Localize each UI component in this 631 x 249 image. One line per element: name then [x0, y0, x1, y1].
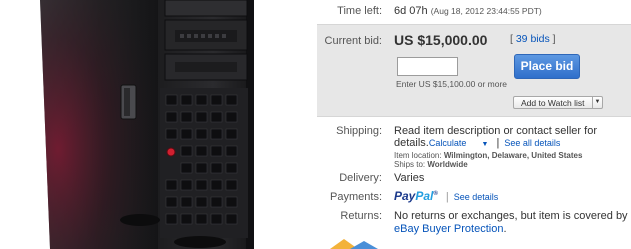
- minimum-bid-hint: Enter US $15,100.00 or more: [396, 79, 508, 89]
- bid-history-link[interactable]: 39 bids: [516, 33, 550, 45]
- shipping-label: Shipping:: [336, 125, 382, 137]
- paypal-logo: PayPal®: [394, 189, 438, 203]
- time-left-label: Time left:: [337, 5, 382, 17]
- watch-list-label: Add to Watch list: [521, 98, 585, 108]
- payments-label: Payments:: [330, 191, 382, 203]
- shipping-divider: |: [496, 137, 500, 149]
- payment-details-link[interactable]: See details: [454, 192, 499, 202]
- item-location: Item location: Wilmington, Delaware, Uni…: [394, 151, 629, 160]
- server-tower-image: [40, 0, 254, 249]
- place-bid-button[interactable]: Place bid: [514, 54, 580, 79]
- triangle-down-icon[interactable]: ▼: [469, 141, 488, 148]
- returns-protection: eBay Buyer Protection.: [394, 223, 507, 235]
- returns-value: No returns or exchanges, but item is cov…: [394, 210, 629, 236]
- item-details: Time left: 6d 07h (Aug 18, 2012 23:44:55…: [300, 0, 631, 249]
- auction-end-date: (Aug 18, 2012 23:44:55 PDT): [430, 6, 542, 16]
- ebay-buyer-protection-link[interactable]: eBay Buyer Protection: [394, 223, 503, 235]
- shipping-details-text: details.: [394, 137, 429, 149]
- item-location-label: Item location:: [394, 151, 442, 160]
- delivery-value: Varies: [394, 172, 425, 184]
- payments-divider: |: [445, 191, 449, 203]
- ships-to: Ships to: Worldwide: [394, 160, 629, 169]
- shipping-text-line2: details.Calculate ▼ | See all details: [394, 137, 629, 151]
- product-image[interactable]: [0, 0, 300, 249]
- time-left-remaining: 6d 07h: [394, 5, 428, 17]
- badge-icon: [330, 239, 378, 249]
- triangle-down-icon[interactable]: ▼: [592, 97, 602, 108]
- returns-text: No returns or exchanges, but item is cov…: [394, 210, 628, 222]
- bid-panel: Current bid: US $15,000.00 [ 39 bids ] P…: [317, 24, 631, 117]
- delivery-label: Delivery:: [339, 172, 382, 184]
- shipping-value: Read item description or contact seller …: [394, 125, 629, 169]
- current-bid-label: Current bid:: [324, 35, 382, 47]
- ships-to-value: Worldwide: [427, 160, 468, 169]
- bids-close-bracket: ]: [552, 33, 556, 45]
- item-location-value: Wilmington, Delaware, United States: [443, 151, 583, 160]
- shipping-text-line1: Read item description or contact seller …: [394, 125, 597, 137]
- time-left-value: 6d 07h (Aug 18, 2012 23:44:55 PDT): [394, 5, 542, 17]
- ships-to-label: Ships to:: [394, 160, 426, 169]
- returns-label: Returns:: [340, 210, 382, 222]
- bid-count: [ 39 bids ]: [510, 33, 556, 45]
- calculate-shipping-link[interactable]: Calculate: [429, 138, 467, 148]
- bid-amount-input[interactable]: [397, 57, 458, 76]
- current-bid-price: US $15,000.00: [394, 32, 488, 48]
- add-to-watch-list-button[interactable]: Add to Watch list ▼: [513, 96, 603, 109]
- payments-value: PayPal® | See details: [394, 189, 498, 203]
- bids-open-bracket: [: [510, 33, 513, 45]
- see-all-shipping-details-link[interactable]: See all details: [504, 138, 560, 148]
